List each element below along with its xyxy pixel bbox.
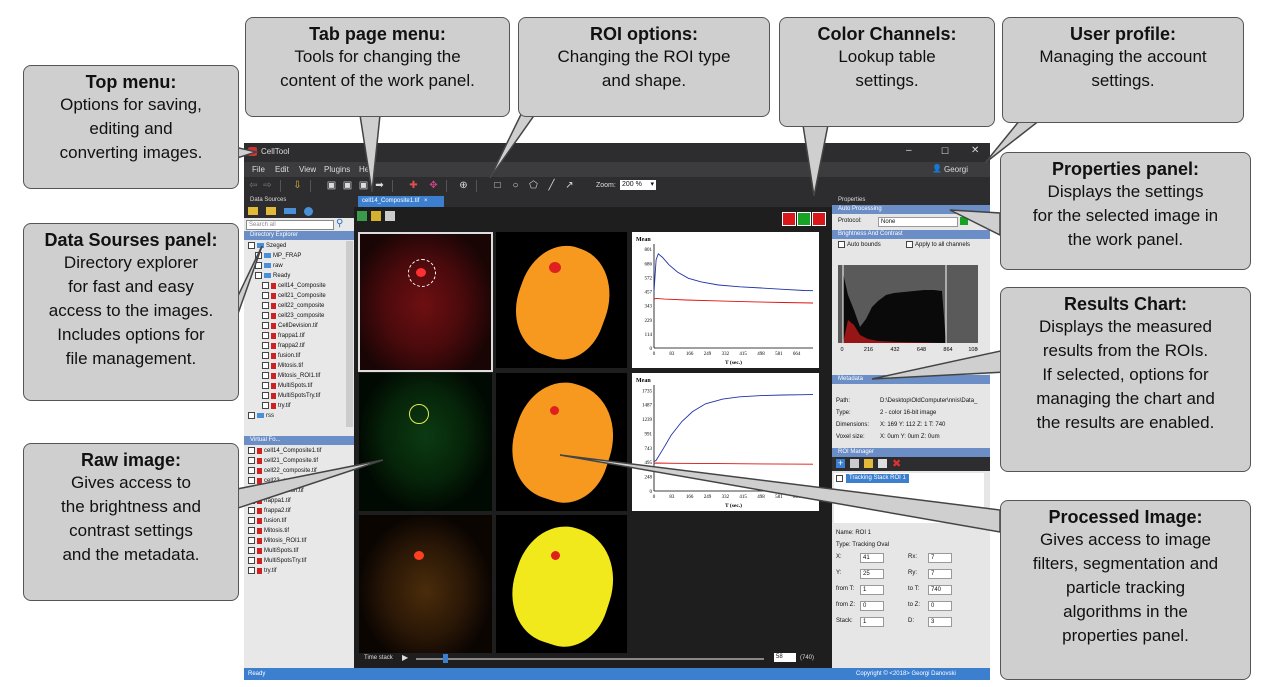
pointer-datasrc <box>234 245 263 323</box>
callout-title: User profile: <box>1069 24 1177 44</box>
callout-line: settings. <box>1091 71 1155 90</box>
callout-line: Displays the measured <box>1039 317 1212 336</box>
callout-line: filters, segmentation and <box>1032 554 1219 573</box>
callout-line: Tools for changing the <box>294 47 461 66</box>
callout-line: and shape. <box>601 71 687 90</box>
callout-line: file management. <box>65 349 197 368</box>
callout-line: converting images. <box>59 143 203 162</box>
callout-line: Gives access to <box>71 473 191 492</box>
callout-line: the work panel. <box>1067 230 1184 249</box>
callout-properties-panel: Properties panel: Displays the settings … <box>1000 152 1251 270</box>
callout-line: results from the ROIs. <box>1042 341 1209 360</box>
callout-line: algorithms in the <box>1063 602 1188 621</box>
callout-line: Directory explorer <box>63 253 199 272</box>
pointer-raw <box>231 459 384 512</box>
callout-title: Color Channels: <box>817 24 957 44</box>
callout-top-menu: Top menu: Options for saving, editing an… <box>23 65 239 189</box>
callout-roi-options: ROI options: Changing the ROI type and s… <box>518 17 770 117</box>
callout-line: contrast settings <box>69 521 193 540</box>
callout-line: the brightness and <box>61 497 201 516</box>
callout-line: for fast and easy <box>68 277 194 296</box>
callout-title: ROI options: <box>590 24 698 44</box>
callout-user-profile: User profile: Managing the account setti… <box>1002 17 1244 123</box>
callout-line: Gives access to image <box>1039 530 1211 549</box>
pointer-tab-menu <box>359 114 381 193</box>
callout-title: Raw image: <box>80 450 182 470</box>
callout-line: properties panel. <box>1062 626 1189 645</box>
callout-line: Managing the account <box>1039 47 1207 66</box>
callout-line: Changing the ROI type <box>557 47 731 66</box>
callout-processed-image: Processed Image: Gives access to image f… <box>1000 500 1251 680</box>
callout-line: and the metadata. <box>62 545 200 564</box>
callout-line: Includes options for <box>57 325 205 344</box>
callout-title: Properties panel: <box>1051 159 1200 179</box>
callout-line: Lookup table <box>838 47 936 66</box>
pointer-results <box>871 349 1006 380</box>
callout-raw-image: Raw image: Gives access to the brightnes… <box>23 443 239 601</box>
callout-line: editing and <box>89 119 173 138</box>
callout-line: the results are enabled. <box>1036 413 1215 432</box>
callout-line: Options for saving, <box>60 95 202 114</box>
callout-line: content of the work panel. <box>280 71 475 90</box>
callout-title: Processed Image: <box>1048 507 1203 527</box>
pointer-processed <box>559 454 1001 533</box>
callout-line: particle tracking <box>1065 578 1186 597</box>
pointer-color <box>802 124 829 197</box>
callout-title: Results Chart: <box>1063 294 1188 314</box>
callout-line: managing the chart and <box>1036 389 1215 408</box>
callout-title: Data Sourses panel: <box>44 230 218 250</box>
callout-title: Top menu: <box>85 72 177 92</box>
callout-color-channels: Color Channels: Lookup table settings. <box>779 17 995 127</box>
callout-line: for the selected image in <box>1032 206 1219 225</box>
callout-results-chart: Results Chart: Displays the measured res… <box>1000 287 1251 472</box>
callout-tab-menu: Tab page menu: Tools for changing the co… <box>245 17 510 117</box>
callout-title: Tab page menu: <box>309 24 446 44</box>
callout-line: settings. <box>855 71 919 90</box>
callout-line: Displays the settings <box>1047 182 1204 201</box>
pointer-props <box>949 209 1001 237</box>
callout-line: access to the images. <box>48 301 214 320</box>
callout-line: If selected, options for <box>1042 365 1209 384</box>
callout-data-sources: Data Sourses panel: Directory explorer f… <box>23 223 239 401</box>
